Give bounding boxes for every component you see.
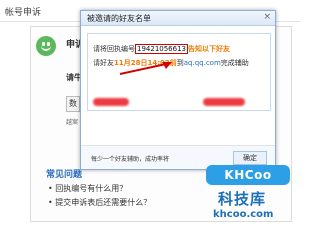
faq-item[interactable]: • 回执编号有什么用？ — [48, 183, 127, 194]
close-icon[interactable]: × — [263, 12, 271, 22]
background-button[interactable]: 数 — [66, 96, 80, 112]
faq-title: 常见问题 — [46, 170, 83, 180]
dialog-header: 被邀请的好友名单 × — [81, 11, 275, 26]
background-note: 越案 — [66, 119, 79, 126]
confirm-button[interactable]: 确定 — [233, 151, 267, 165]
dialog-title: 被邀请的好友名单 — [87, 14, 151, 23]
receipt-number: 19421056613 — [135, 44, 188, 54]
smiley-icon — [36, 36, 56, 56]
footer-note: 每少一个好友辅助，成功率将 — [91, 156, 170, 163]
page-title: 帐号申诉 — [5, 8, 42, 18]
watermark-url: khcoo.com — [213, 209, 274, 220]
faq-item[interactable]: • 提交申诉表后还需要什么？ — [48, 197, 151, 208]
invited-friends-dialog: 被邀请的好友名单 × 请将回执编号 19421056613 告知以下好友 请好友11… — [80, 10, 276, 170]
annotation-arrow-icon — [119, 62, 172, 75]
redacted-friend-2 — [203, 98, 245, 106]
receipt-instruction: 请将回执编号 19421056613 告知以下好友 — [93, 44, 230, 54]
watermark-cn: 科技库 — [218, 190, 267, 208]
watermark-badge: KHCoo — [206, 165, 290, 185]
site-link[interactable]: aq.qq.com — [184, 59, 221, 67]
khcoo-watermark: KHCoo 科技库 khcoo.com — [200, 165, 296, 223]
redacted-friend-1 — [93, 98, 129, 106]
